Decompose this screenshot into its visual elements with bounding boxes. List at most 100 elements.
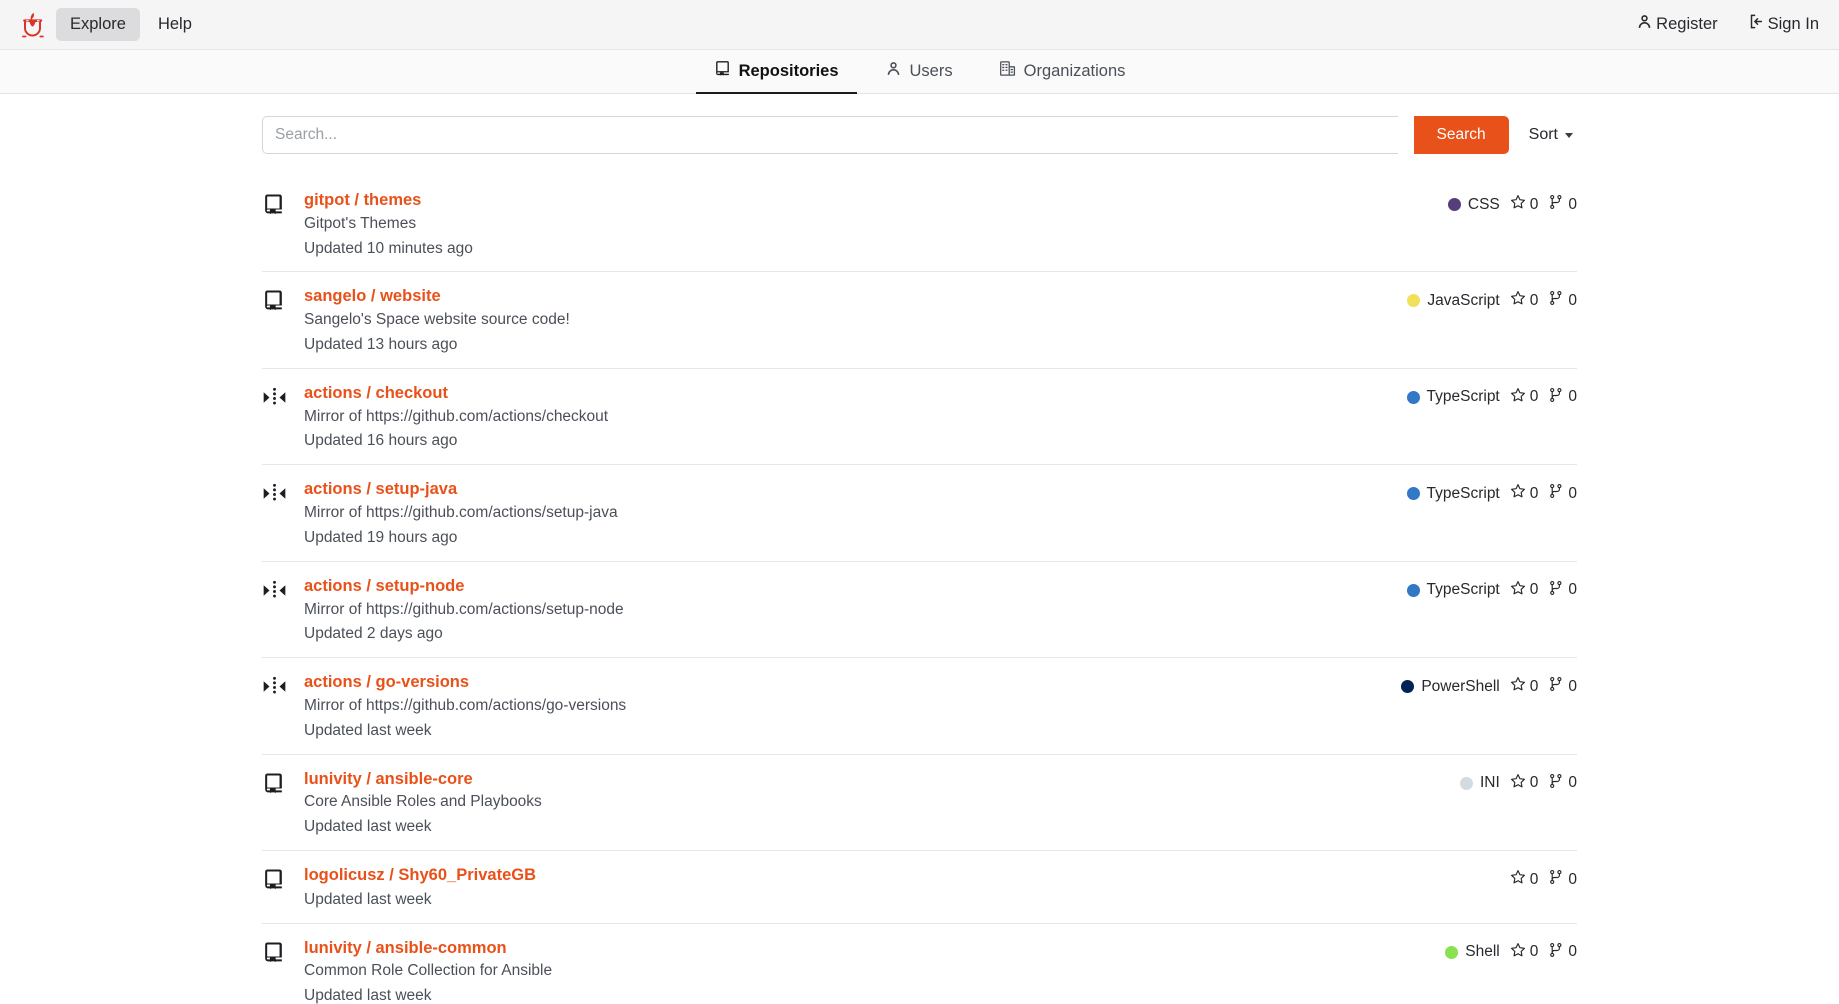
- repository-details: actions / setup-java Mirror of https://g…: [304, 479, 1407, 548]
- repository-row-setup-java[interactable]: actions / setup-java Mirror of https://g…: [262, 465, 1577, 562]
- fork-count[interactable]: 0: [1548, 290, 1577, 311]
- fork-count[interactable]: 0: [1548, 194, 1577, 215]
- language-label: JavaScript: [1427, 291, 1500, 309]
- repository-title-link[interactable]: lunivity / ansible-common: [304, 938, 507, 959]
- fork-icon: [1548, 869, 1564, 890]
- repository-language: TypeScript: [1406, 484, 1500, 503]
- star-count[interactable]: 0: [1510, 290, 1539, 311]
- star-count[interactable]: 0: [1510, 194, 1538, 215]
- repository-details: gitpot / themes Gitpot's Themes Updated …: [304, 190, 1448, 259]
- repository-title-link[interactable]: sangelo / website: [304, 286, 441, 307]
- fork-count[interactable]: 0: [1548, 942, 1577, 963]
- repository-title-link[interactable]: logolicusz / Shy60_PrivateGB: [304, 865, 536, 886]
- language-color-dot: [1447, 198, 1461, 211]
- language-label: TypeScript: [1426, 388, 1500, 406]
- repo-icon: [262, 865, 304, 891]
- repository-language: JavaScript: [1407, 291, 1500, 310]
- star-count[interactable]: 0: [1510, 580, 1538, 601]
- language-label: TypeScript: [1426, 484, 1500, 502]
- fork-count-value: 0: [1568, 870, 1577, 888]
- mirror-icon: [262, 576, 304, 602]
- language-color-dot: [1445, 945, 1459, 959]
- chevron-down-icon: [1565, 132, 1573, 138]
- repository-title-link[interactable]: actions / checkout: [304, 383, 448, 404]
- fork-count[interactable]: 0: [1548, 387, 1577, 408]
- repository-description: Common Role Collection for Ansible: [304, 962, 553, 980]
- fork-count-value: 0: [1568, 484, 1577, 502]
- fork-count-value: 0: [1568, 581, 1577, 599]
- mirror-icon: [262, 479, 304, 505]
- language-color-dot: [1401, 680, 1415, 694]
- repository-title-link[interactable]: actions / setup-java: [304, 479, 457, 500]
- repository-updated-time: Updated 10 minutes ago: [304, 239, 473, 257]
- star-count-value: 0: [1529, 388, 1539, 406]
- language-label: TypeScript: [1426, 581, 1500, 599]
- fork-icon: [1548, 580, 1564, 601]
- repository-description: Mirror of https://github.com/actions/che…: [304, 407, 609, 425]
- star-count-value: 0: [1529, 484, 1539, 502]
- language-label: PowerShell: [1421, 677, 1500, 695]
- repository-metadata: CSS 0 0: [1447, 190, 1577, 215]
- repository-row-checkout[interactable]: actions / checkout Mirror of https://git…: [262, 369, 1577, 466]
- sign-in-label: Sign In: [1767, 14, 1819, 33]
- star-count[interactable]: 0: [1510, 942, 1539, 963]
- repo-icon: [262, 190, 304, 216]
- star-icon: [1510, 580, 1526, 601]
- repository-title-link[interactable]: gitpot / themes: [304, 190, 421, 211]
- mirror-icon: [262, 672, 304, 698]
- navbar-right-group: Register Sign In: [1634, 6, 1821, 43]
- register-button[interactable]: Register: [1634, 6, 1719, 43]
- repository-row-themes[interactable]: gitpot / themes Gitpot's Themes Updated …: [262, 176, 1577, 273]
- star-count-value: 0: [1529, 943, 1539, 961]
- gitpot-teapot-logo[interactable]: [14, 6, 52, 44]
- repository-metadata: TypeScript 0 0: [1406, 479, 1577, 504]
- fork-count[interactable]: 0: [1548, 676, 1577, 697]
- explore-tabbar: Repositories Users Organizations: [0, 50, 1839, 94]
- repository-row-website[interactable]: sangelo / website Sangelo's Space websit…: [262, 272, 1577, 369]
- star-icon: [1510, 869, 1526, 890]
- star-count[interactable]: 0: [1510, 387, 1539, 408]
- fork-count[interactable]: 0: [1548, 483, 1577, 504]
- repository-updated-time: Updated last week: [304, 987, 432, 1004]
- repository-row-Shy60_PrivateGB[interactable]: logolicusz / Shy60_PrivateGB Updated las…: [262, 851, 1577, 924]
- tab-users[interactable]: Users: [867, 50, 971, 94]
- repository-details: logolicusz / Shy60_PrivateGB Updated las…: [304, 865, 1510, 911]
- nav-item-help[interactable]: Help: [144, 8, 206, 42]
- fork-count[interactable]: 0: [1548, 869, 1577, 890]
- star-count-value: 0: [1529, 291, 1539, 309]
- star-count[interactable]: 0: [1510, 869, 1538, 890]
- sign-in-icon: [1748, 13, 1765, 36]
- repository-row-ansible-common[interactable]: lunivity / ansible-common Common Role Co…: [262, 924, 1577, 1004]
- star-count[interactable]: 0: [1510, 676, 1538, 697]
- search-input[interactable]: [262, 116, 1398, 154]
- star-count[interactable]: 0: [1510, 773, 1538, 794]
- fork-icon: [1548, 387, 1564, 408]
- nav-item-explore[interactable]: Explore: [56, 7, 140, 42]
- fork-count[interactable]: 0: [1548, 773, 1577, 794]
- sign-in-button[interactable]: Sign In: [1746, 6, 1821, 43]
- star-icon: [1510, 676, 1526, 697]
- sort-dropdown[interactable]: Sort: [1525, 120, 1577, 150]
- repository-title-link[interactable]: actions / setup-node: [304, 576, 464, 597]
- repository-title-link[interactable]: actions / go-versions: [304, 672, 469, 693]
- search-button[interactable]: Search: [1413, 116, 1509, 154]
- star-count[interactable]: 0: [1510, 483, 1539, 504]
- tab-organizations[interactable]: Organizations: [981, 50, 1144, 94]
- repository-title-link[interactable]: lunivity / ansible-core: [304, 769, 473, 790]
- repository-details: actions / setup-node Mirror of https://g…: [304, 576, 1407, 645]
- repository-metadata: TypeScript 0 0: [1406, 383, 1577, 408]
- repository-description: Mirror of https://github.com/actions/go-…: [304, 696, 627, 714]
- fork-count-value: 0: [1568, 774, 1577, 792]
- fork-count[interactable]: 0: [1548, 580, 1577, 601]
- repository-row-go-versions[interactable]: actions / go-versions Mirror of https://…: [262, 658, 1577, 755]
- top-navbar: Explore Help Register Sign In: [0, 0, 1839, 50]
- repository-description: Mirror of https://github.com/actions/set…: [304, 504, 618, 522]
- star-icon: [1510, 942, 1526, 963]
- repository-row-ansible-core[interactable]: lunivity / ansible-core Core Ansible Rol…: [262, 755, 1577, 852]
- repository-row-setup-node[interactable]: actions / setup-node Mirror of https://g…: [262, 562, 1577, 659]
- repository-metadata: JavaScript 0 0: [1407, 286, 1577, 311]
- star-icon: [1510, 194, 1526, 215]
- tab-repositories[interactable]: Repositories: [695, 50, 857, 94]
- star-icon: [1510, 290, 1526, 311]
- repository-language: Shell: [1445, 943, 1500, 961]
